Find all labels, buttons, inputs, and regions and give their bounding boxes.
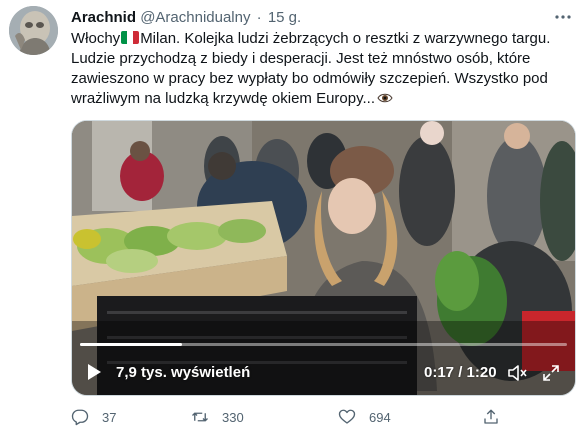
fullscreen-icon[interactable] <box>542 364 560 382</box>
eye-icon <box>377 90 393 103</box>
reply-icon <box>71 409 89 426</box>
tweet-timestamp[interactable]: 15 g. <box>268 9 301 26</box>
avatar-image <box>9 6 58 55</box>
video-player[interactable]: 7,9 tys. wyświetleń 0:17 / 1:20 <box>71 120 576 396</box>
tweet-text-line-4: wrażliwym na ludzką krzywdę okiem Europy… <box>71 89 571 109</box>
video-timecode: 0:17 / 1:20 <box>424 364 497 381</box>
italy-flag-icon <box>121 31 140 44</box>
more-options-icon[interactable] <box>552 8 574 28</box>
share-icon <box>484 409 498 424</box>
header-separator: · <box>256 9 262 26</box>
tweet-text-line-3: zawieszono w pracy bez wypłaty bo odmówi… <box>71 70 548 87</box>
like-count: 694 <box>369 409 391 425</box>
video-view-count: 7,9 tys. wyświetleń <box>116 364 251 381</box>
retweet-icon <box>192 412 208 422</box>
tweet-text-line-4-text: wrażliwym na ludzką krzywdę okiem Europy… <box>71 90 375 107</box>
volume-muted-icon[interactable] <box>507 364 527 382</box>
tweet[interactable]: Arachnid @Arachnidualny · 15 g. Włochy Mi… <box>0 0 584 443</box>
video-progress-fill <box>80 343 183 346</box>
author-handle[interactable]: @Arachnidualny <box>140 9 250 26</box>
tweet-actions: 37 330 694 <box>71 405 511 429</box>
like-button[interactable]: 694 <box>338 405 391 429</box>
retweet-count: 330 <box>222 409 244 425</box>
heart-icon <box>338 409 356 424</box>
tweet-text-line-1: Włochy Milan. Kolejka ludzi żebrzących o … <box>71 29 571 49</box>
tweet-text-country: Włochy <box>71 30 121 47</box>
tweet-text-line-2: Ludzie przychodzą z biedy i desperacji. … <box>71 50 531 67</box>
reply-button[interactable]: 37 <box>71 405 116 429</box>
video-frame <box>72 121 575 395</box>
video-progress-bar[interactable] <box>80 343 567 346</box>
tweet-text: Włochy Milan. Kolejka ludzi żebrzących o … <box>71 29 571 109</box>
retweet-button[interactable]: 330 <box>191 405 244 429</box>
tweet-text-line-1-rest: Milan. Kolejka ludzi żebrzących o resztk… <box>140 30 551 47</box>
share-button[interactable] <box>482 405 500 429</box>
play-icon[interactable] <box>86 363 102 381</box>
avatar[interactable] <box>9 6 58 55</box>
tweet-header: Arachnid @Arachnidualny · 15 g. <box>71 8 576 28</box>
reply-count: 37 <box>102 409 117 425</box>
author-name[interactable]: Arachnid <box>71 9 136 26</box>
